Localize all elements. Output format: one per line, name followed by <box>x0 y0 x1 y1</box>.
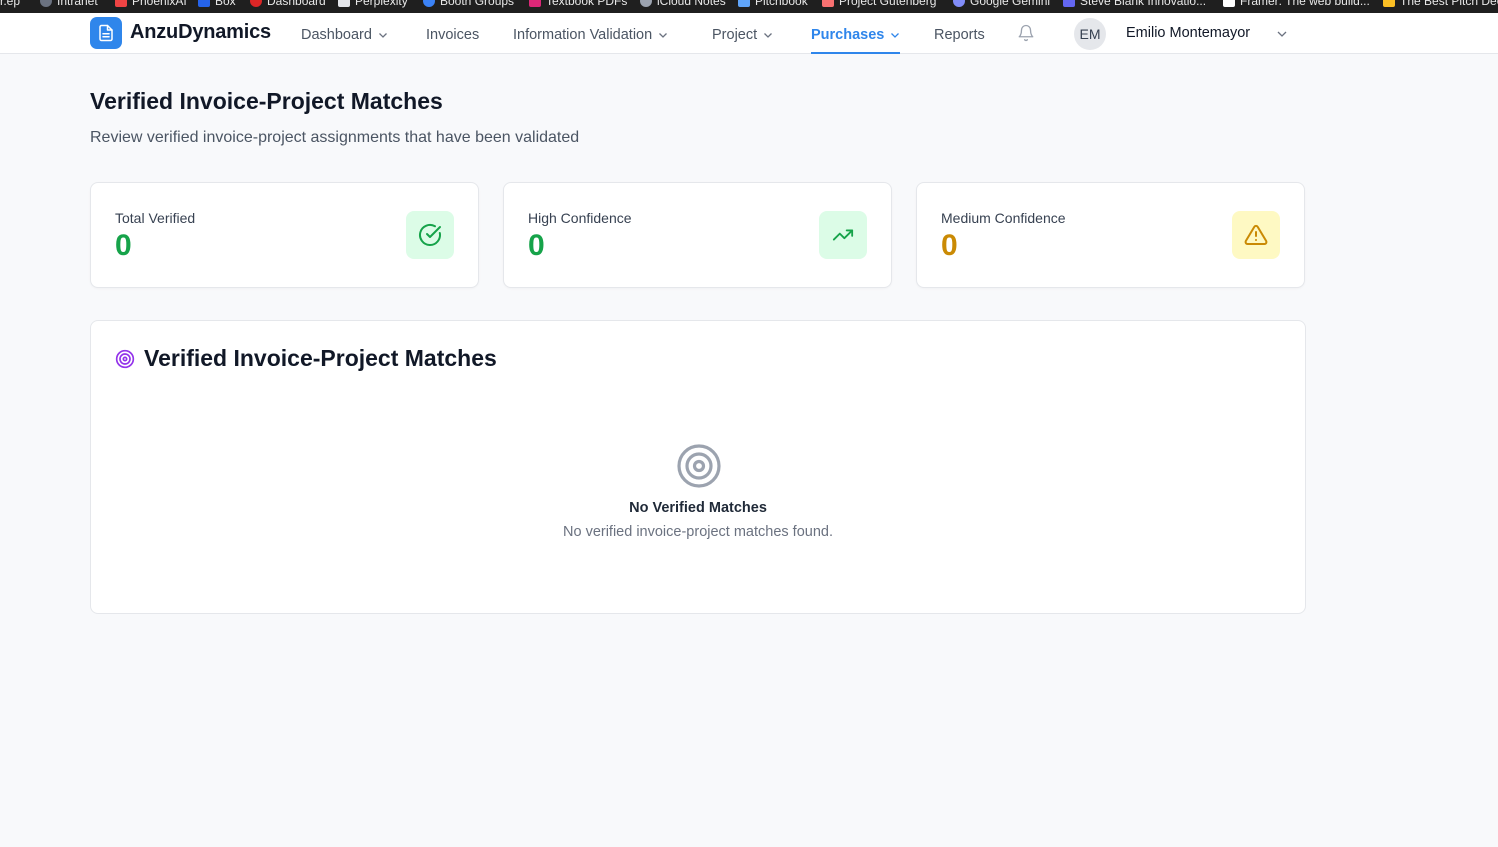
bookmark-label: Textbook PDFs <box>546 0 628 8</box>
bookmark-label: Pitchbook <box>755 0 808 8</box>
empty-state-message: No verified invoice-project matches foun… <box>563 524 833 540</box>
nav-label: Purchases <box>811 27 885 43</box>
box-icon <box>198 0 210 7</box>
top-navbar: AnzuDynamics Dashboard Invoices Informat… <box>0 13 1498 54</box>
framer-icon <box>1223 0 1235 7</box>
bookmark-label: Project Gutenberg <box>839 0 937 8</box>
stat-icon-box <box>406 211 454 259</box>
nav-label: Information Validation <box>513 27 653 43</box>
bookmark-item[interactable]: iCloud Notes <box>640 0 726 8</box>
trending-up-icon <box>832 229 854 241</box>
stat-card-medium-confidence: Medium Confidence 0 <box>916 182 1305 288</box>
dashboard-icon <box>250 0 262 7</box>
alert-triangle-icon <box>1244 224 1268 245</box>
stat-icon-box <box>819 211 867 259</box>
bookmark-item[interactable]: Project Gutenberg <box>822 0 936 8</box>
logo[interactable] <box>90 17 122 49</box>
phoenix-icon <box>115 0 127 7</box>
empty-state-title: No Verified Matches <box>629 500 767 516</box>
bookmark-label: Steve Blank Innovatio... <box>1080 0 1207 8</box>
booth-icon <box>423 0 435 7</box>
nav-label: Reports <box>934 27 985 43</box>
pitch-deck-icon <box>1383 0 1395 7</box>
folder-icon <box>529 0 541 7</box>
brand-name[interactable]: AnzuDynamics <box>130 21 271 44</box>
stat-value: 0 <box>115 229 132 262</box>
nav-label: Dashboard <box>301 27 372 43</box>
nav-project[interactable]: Project <box>712 17 773 53</box>
bookmark-label: The Best Pitch Dec <box>1400 0 1498 8</box>
stat-icon-box <box>1232 211 1280 259</box>
bookmark-item[interactable]: Steve Blank Innovatio... <box>1063 0 1206 8</box>
bookmark-item[interactable]: Intranet <box>40 0 98 8</box>
bookmark-item[interactable]: Booth Groups <box>423 0 514 8</box>
gutenberg-icon <box>822 0 834 7</box>
bookmark-label: Dashboard <box>267 0 326 8</box>
chevron-down-icon[interactable] <box>1276 28 1288 40</box>
cloud-icon <box>640 0 652 7</box>
bookmark-item[interactable]: PhoenixAI <box>115 0 187 8</box>
bookmark-item[interactable]: Framer: The web build... <box>1223 0 1370 8</box>
chevron-down-icon <box>891 33 900 38</box>
stat-value: 0 <box>941 229 958 262</box>
target-icon <box>115 349 135 368</box>
bookmark-item[interactable]: The Best Pitch Dec <box>1383 0 1498 8</box>
bookmark-label: PhoenixAI <box>132 0 187 8</box>
stat-card-high-confidence: High Confidence 0 <box>503 182 892 288</box>
nav-purchases[interactable]: Purchases <box>811 17 901 54</box>
pitchbook-icon <box>738 0 750 7</box>
browser-bookmarks-bar: r.ep Intranet PhoenixAI Box Dashboard Pe… <box>0 0 1498 13</box>
verified-matches-panel: Verified Invoice-Project Matches No Veri… <box>90 320 1306 614</box>
bookmark-label: iCloud Notes <box>657 0 726 8</box>
bookmark-item[interactable]: Dashboard <box>250 0 326 8</box>
nav-dashboard[interactable]: Dashboard <box>301 17 388 53</box>
nav-invoices[interactable]: Invoices <box>426 17 479 53</box>
avatar[interactable]: EM <box>1074 18 1106 50</box>
stat-label: Medium Confidence <box>941 210 1066 226</box>
page-subtitle: Review verified invoice-project assignme… <box>90 129 580 146</box>
stat-label: High Confidence <box>528 210 632 226</box>
bookmark-item[interactable]: Google Gemini <box>953 0 1050 8</box>
chevron-down-icon <box>659 33 668 38</box>
bookmark-item[interactable]: Perplexity <box>338 0 408 8</box>
bookmark-item[interactable]: Textbook PDFs <box>529 0 627 8</box>
bookmark-item[interactable]: Pitchbook <box>738 0 808 8</box>
user-name[interactable]: Emilio Montemayor <box>1126 25 1250 41</box>
stat-value: 0 <box>528 229 545 262</box>
bookmark-label: Google Gemini <box>970 0 1051 8</box>
stat-card-total-verified: Total Verified 0 <box>90 182 479 288</box>
panel-title: Verified Invoice-Project Matches <box>144 345 497 371</box>
bookmark-label: r.ep <box>0 0 21 8</box>
document-icon <box>99 24 113 42</box>
bookmark-label: Box <box>215 0 236 8</box>
gemini-icon <box>953 0 965 7</box>
target-icon <box>677 444 721 488</box>
bookmark-item[interactable]: r.ep <box>0 0 20 8</box>
steve-blank-icon <box>1063 0 1075 7</box>
perplexity-icon <box>338 0 350 7</box>
bookmark-item[interactable]: Box <box>198 0 236 8</box>
bookmark-label: Perplexity <box>355 0 408 8</box>
nav-reports[interactable]: Reports <box>934 17 985 53</box>
bookmark-label: Intranet <box>57 0 98 8</box>
page-title: Verified Invoice-Project Matches <box>90 88 443 114</box>
stat-label: Total Verified <box>115 210 196 226</box>
nav-label: Invoices <box>426 27 480 43</box>
check-circle-icon <box>419 223 441 246</box>
globe-icon <box>40 0 52 7</box>
nav-information-validation[interactable]: Information Validation <box>513 17 668 53</box>
chevron-down-icon <box>764 33 773 38</box>
chevron-down-icon <box>378 33 387 38</box>
panel-header: Verified Invoice-Project Matches <box>115 345 497 372</box>
bookmark-label: Framer: The web build... <box>1240 0 1370 8</box>
nav-label: Project <box>712 27 758 43</box>
bell-icon[interactable] <box>1017 24 1035 42</box>
bookmark-label: Booth Groups <box>440 0 515 8</box>
